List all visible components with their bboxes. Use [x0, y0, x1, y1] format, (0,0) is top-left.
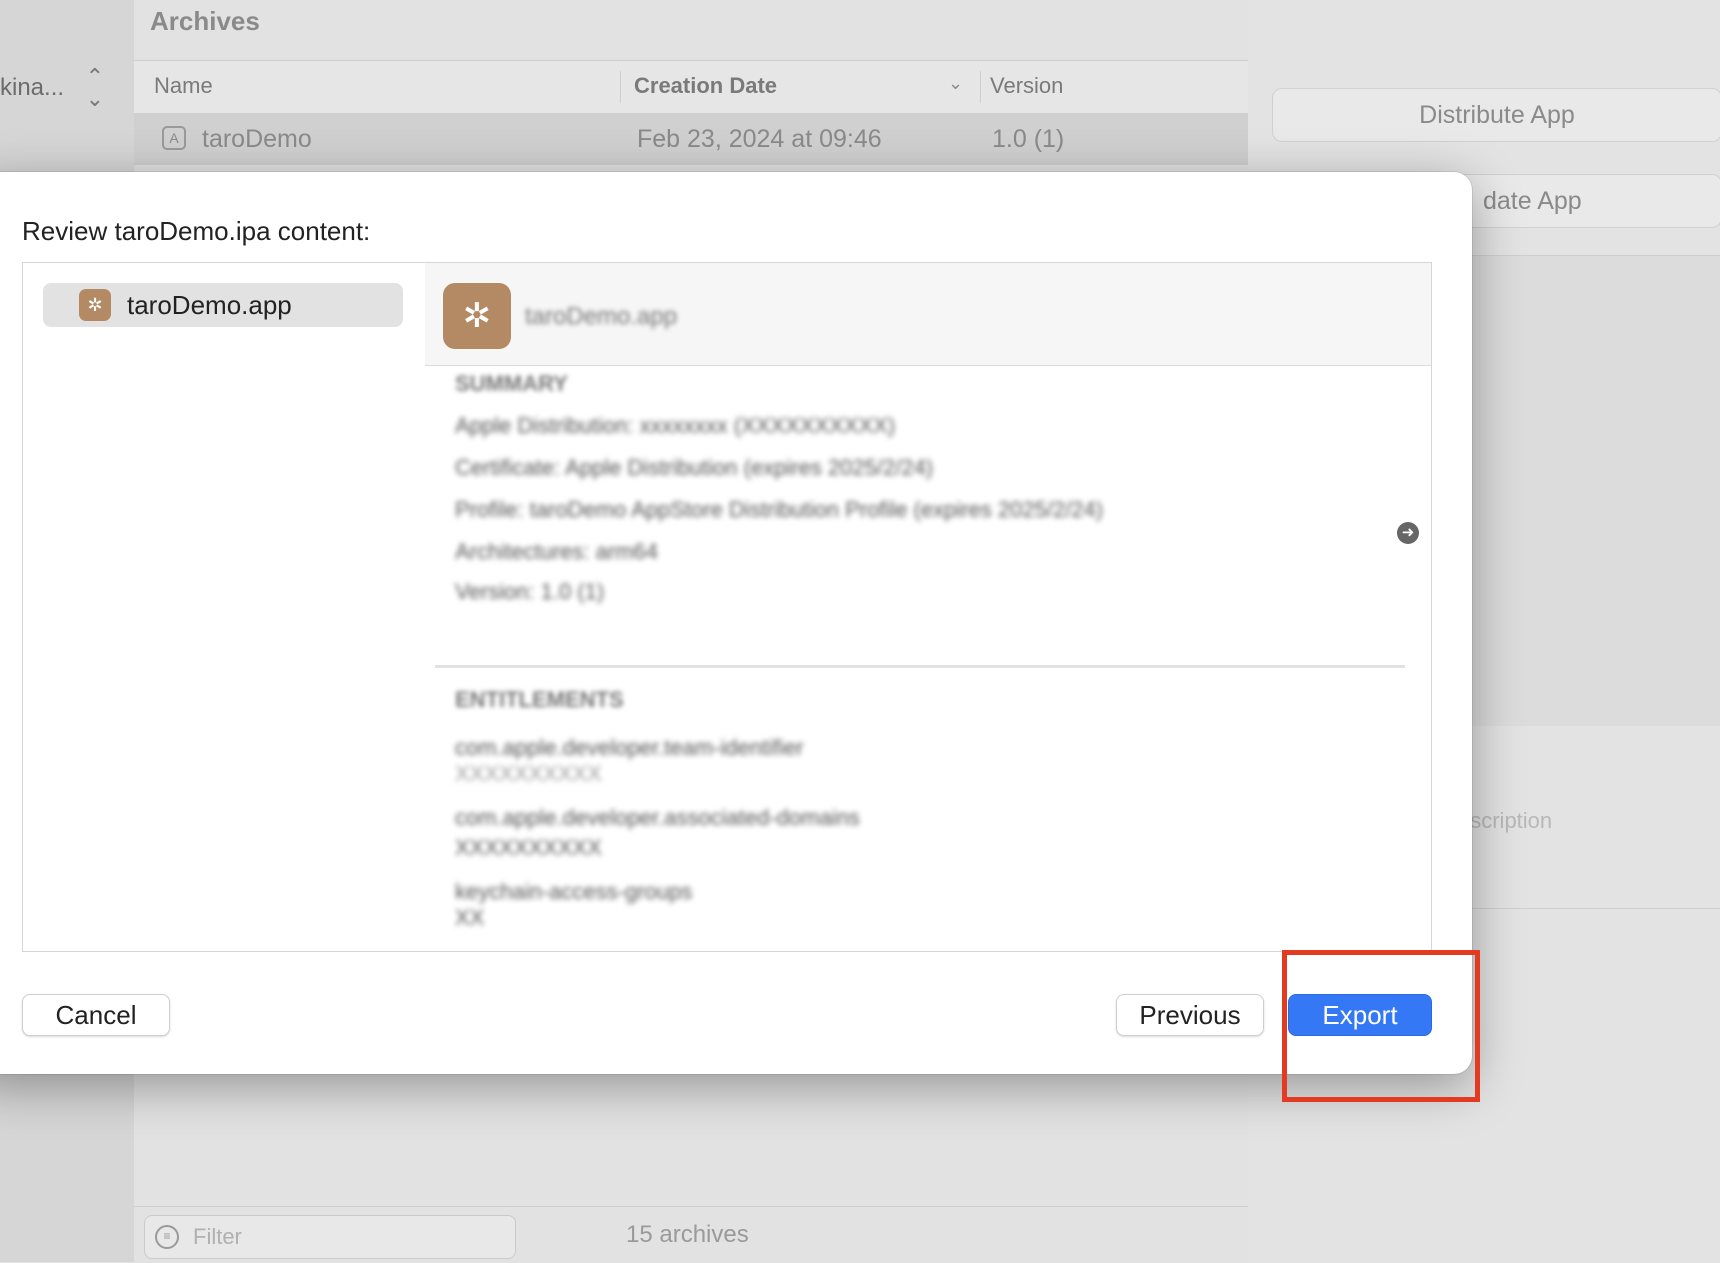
archive-date: Feb 23, 2024 at 09:46 — [637, 125, 882, 153]
app-icon: ✲ — [79, 289, 111, 321]
entitlements-title: ENTITLEMENTS — [455, 687, 624, 712]
sort-chevron-down-icon: ⌄ — [948, 73, 964, 93]
app-icon-large: ✲ — [443, 283, 511, 349]
column-separator — [620, 71, 621, 103]
entitlement-value: XX — [455, 905, 485, 930]
cancel-button[interactable]: Cancel — [22, 994, 170, 1036]
archives-title: Archives — [150, 6, 260, 36]
column-name[interactable]: Name — [154, 73, 213, 99]
scheme-popup[interactable]: kina... ⌃ ⌄ — [0, 66, 110, 110]
reveal-arrow-icon[interactable]: ➜ — [1397, 522, 1419, 544]
nav-item-app[interactable]: ✲ taroDemo.app — [43, 283, 403, 327]
summary-title: SUMMARY — [455, 371, 568, 396]
entitlement-key: keychain-access-groups — [455, 879, 693, 904]
entitlement-key: com.apple.developer.team-identifier — [455, 735, 804, 760]
dialog-title: Review taroDemo.ipa content: — [22, 216, 371, 246]
summary-line: Architectures: arm64 — [455, 539, 658, 564]
entitlement-value: XXXXXXXXXX — [455, 835, 602, 860]
archive-count: 15 archives — [626, 1221, 749, 1248]
archives-footer: ≡ Filter 15 archives — [134, 1206, 1248, 1263]
entitlement-value: XXXXXXXXXX — [455, 761, 602, 786]
summary-line: Profile: taroDemo AppStore Distribution … — [455, 497, 1104, 522]
archive-row[interactable]: A taroDemo Feb 23, 2024 at 09:46 1.0 (1) — [134, 113, 1248, 165]
previous-button[interactable]: Previous — [1116, 994, 1264, 1036]
review-content-dialog: Review taroDemo.ipa content: ✲ taroDemo.… — [0, 172, 1472, 1074]
column-version[interactable]: Version — [990, 73, 1063, 99]
archives-column-header: Name Creation Date ⌄ Version — [134, 60, 1248, 114]
filter-input[interactable]: ≡ Filter — [144, 1215, 516, 1259]
detail-app-name: taroDemo.app — [525, 303, 678, 330]
description-hint: escription — [1458, 808, 1553, 833]
distribute-app-button[interactable]: Distribute App — [1272, 88, 1720, 142]
archive-version: 1.0 (1) — [992, 125, 1065, 153]
archive-name: taroDemo — [202, 125, 312, 153]
summary-line: Version: 1.0 (1) — [455, 579, 605, 604]
nav-item-label: taroDemo.app — [127, 290, 292, 320]
section-divider — [435, 665, 1405, 668]
column-separator — [980, 71, 981, 103]
entitlement-key: com.apple.developer.associated-domains — [455, 805, 860, 830]
updown-chevron-icon: ⌃ ⌄ — [85, 64, 104, 111]
content-navigator: ✲ taroDemo.app — [23, 263, 426, 951]
export-highlight-box — [1282, 950, 1480, 1102]
app-archive-icon: A — [162, 126, 186, 150]
content-detail: ✲ taroDemo.app SUMMARY Apple Distributio… — [425, 263, 1431, 951]
summary-line: Certificate: Apple Distribution (expires… — [455, 455, 934, 480]
summary-line: Apple Distribution: xxxxxxxx (XXXXXXXXXX… — [455, 413, 896, 438]
detail-header: ✲ taroDemo.app — [425, 263, 1431, 366]
filter-icon: ≡ — [155, 1225, 179, 1249]
scheme-popup-label: kina... — [0, 74, 65, 101]
filter-placeholder: Filter — [193, 1224, 242, 1249]
validate-app-label: date App — [1483, 186, 1582, 215]
content-box: ✲ taroDemo.app ✲ taroDemo.app SUMMARY Ap… — [22, 262, 1432, 952]
column-creation-date[interactable]: Creation Date — [634, 73, 777, 99]
